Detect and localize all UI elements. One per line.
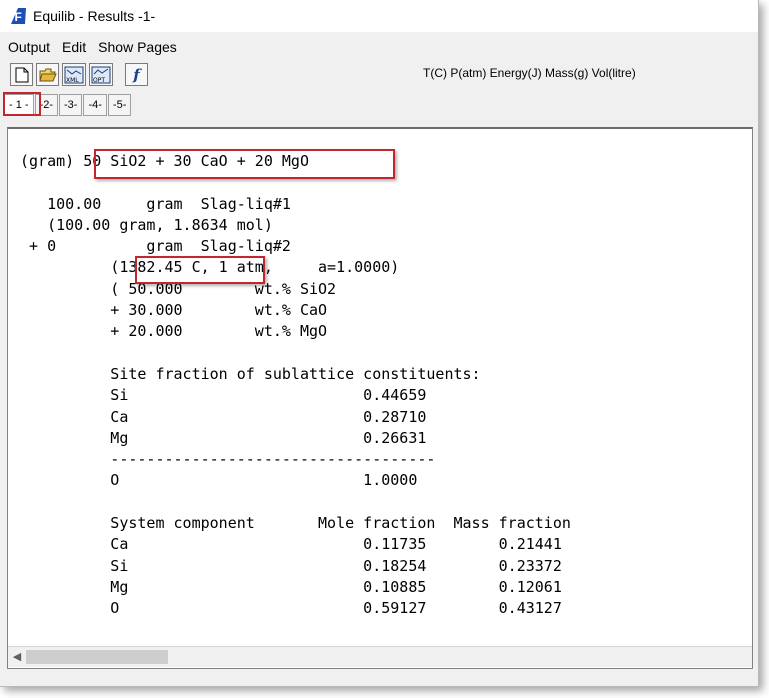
tab-page-5[interactable]: -5- <box>107 94 132 116</box>
function-icon: f <box>133 65 140 84</box>
menu-output[interactable]: Output <box>8 39 50 55</box>
title-bar: F Equilib - Results -1- <box>0 0 758 32</box>
system-component-o: O 0.59127 0.43127 <box>20 599 562 618</box>
factsage-app-icon: F <box>11 8 26 24</box>
site-fraction-ca: Ca 0.28710 <box>20 407 427 426</box>
tab-page-4[interactable]: -4- <box>83 94 107 116</box>
svg-text:XML: XML <box>66 77 79 84</box>
phase-line-3: + 0 gram Slag-liq#2 <box>20 237 291 256</box>
system-component-ca: Ca 0.11735 0.21441 <box>20 535 562 554</box>
xml-icon: XML <box>64 66 84 84</box>
toolbar: XML OPT f <box>10 63 148 89</box>
scrollbar-thumb[interactable] <box>26 650 168 664</box>
temperature-highlight-box <box>135 256 265 284</box>
composition-mgo: + 20.000 wt.% MgO <box>20 322 328 341</box>
system-component-mg: Mg 0.10885 0.12061 <box>20 577 562 596</box>
units-label: T(C) P(atm) Energy(J) Mass(g) Vol(litre) <box>423 66 636 80</box>
window-title: Equilib - Results -1- <box>33 8 156 24</box>
opt-icon: OPT <box>91 66 111 84</box>
system-component-header: System component Mole fraction Mass frac… <box>20 514 571 533</box>
horizontal-scrollbar[interactable]: ◀ <box>8 646 752 667</box>
tab-page-3[interactable]: -3- <box>59 94 83 116</box>
site-fraction-o: O 1.0000 <box>20 471 418 490</box>
menu-edit[interactable]: Edit <box>62 39 86 55</box>
phase-line-2: (100.00 gram, 1.8634 mol) <box>20 215 273 234</box>
results-pane[interactable]: (gram) 50 SiO2 + 30 CaO + 20 MgO 100.00 … <box>7 127 753 669</box>
tab-highlight-box <box>3 92 41 116</box>
open-folder-icon <box>38 68 57 81</box>
equilib-results-window: F Equilib - Results -1- Output Edit Show… <box>0 0 759 687</box>
opt-button[interactable]: OPT <box>89 63 113 86</box>
scroll-left-icon[interactable]: ◀ <box>10 650 24 664</box>
function-button[interactable]: f <box>125 63 148 86</box>
results-text: (gram) 50 SiO2 + 30 CaO + 20 MgO 100.00 … <box>20 151 571 620</box>
reaction-highlight-box <box>94 149 395 179</box>
site-fraction-header: Site fraction of sublattice constituents… <box>20 364 481 383</box>
separator-line: ------------------------------------ <box>20 450 436 469</box>
system-component-si: Si 0.18254 0.23372 <box>20 556 562 575</box>
svg-text:F: F <box>15 10 22 24</box>
open-folder-button[interactable] <box>36 63 59 86</box>
site-fraction-mg: Mg 0.26631 <box>20 428 427 447</box>
site-fraction-si: Si 0.44659 <box>20 386 427 405</box>
menu-show-pages[interactable]: Show Pages <box>98 39 177 55</box>
composition-cao: + 30.000 wt.% CaO <box>20 301 328 320</box>
new-document-button[interactable] <box>10 63 33 86</box>
xml-button[interactable]: XML <box>62 63 86 86</box>
phase-line-1: 100.00 gram Slag-liq#1 <box>20 194 291 213</box>
svg-text:OPT: OPT <box>93 77 105 84</box>
menu-bar: Output Edit Show Pages <box>0 36 181 58</box>
new-document-icon <box>15 67 28 82</box>
reaction-prefix: (gram) <box>20 152 84 170</box>
